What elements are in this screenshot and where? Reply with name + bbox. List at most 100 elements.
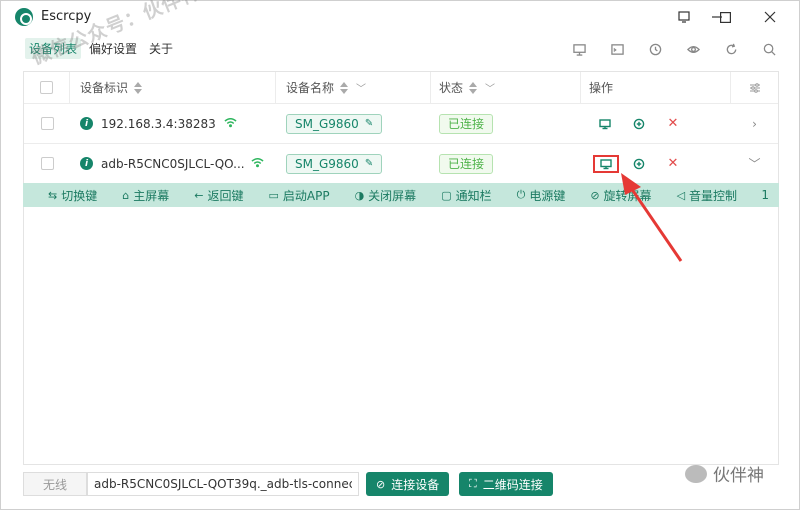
edit-icon[interactable]: ✎: [365, 118, 373, 129]
row-checkbox-cell: [24, 104, 70, 143]
control-label: 电源键: [529, 188, 566, 203]
header-device-name-label: 设备名称: [286, 81, 335, 95]
device-name: SM_G9860: [295, 156, 359, 171]
home-button[interactable]: ⌂ 主屏幕: [122, 187, 169, 204]
device-id-cell: i adb-R5CNC0SJLCL-QO...: [70, 144, 276, 183]
qr-code-icon: ⛶: [469, 477, 477, 490]
screen-off-icon: ◑: [354, 188, 365, 202]
monitor-icon: [600, 158, 612, 169]
wechat-icon: [685, 464, 707, 483]
qr-connect-button[interactable]: ⛶ 二维码连接: [459, 472, 553, 496]
column-settings[interactable]: [731, 72, 778, 103]
expand-cell[interactable]: ﹀: [731, 144, 778, 183]
rotate-screen-button[interactable]: ⊘ 旋转屏幕: [590, 187, 651, 204]
close-window-button[interactable]: [747, 1, 793, 33]
notification-button[interactable]: ▢ 通知栏: [441, 187, 491, 204]
back-button[interactable]: ← 返回键: [194, 187, 243, 204]
screen-off-button[interactable]: ◑ 关闭屏幕: [355, 187, 417, 204]
add-button[interactable]: [629, 114, 649, 134]
sort-icon[interactable]: [134, 81, 143, 94]
plus-circle-icon: [633, 118, 645, 129]
volume-icon: ◁: [676, 188, 686, 202]
terminal-icon[interactable]: [607, 39, 627, 59]
header-checkbox-cell: [24, 72, 70, 103]
control-label: 返回键: [207, 188, 244, 203]
device-id: 192.168.3.4:38283: [101, 116, 216, 131]
tab-about[interactable]: 关于: [145, 38, 177, 59]
rotate-icon: ⊘: [590, 188, 600, 202]
control-label: 关闭屏幕: [368, 188, 417, 203]
status-badge: 已连接: [439, 153, 494, 174]
maximize-button[interactable]: [703, 1, 747, 33]
actions-cell: ✕: [581, 144, 731, 183]
close-icon: [764, 11, 776, 23]
row-checkbox[interactable]: [40, 117, 54, 130]
edit-icon[interactable]: ✎: [365, 158, 373, 169]
more-controls[interactable]: 1: [761, 188, 769, 202]
disconnect-button[interactable]: ✕: [663, 154, 683, 174]
control-label: 通知栏: [455, 188, 492, 203]
table-row[interactable]: i 192.168.3.4:38283 SM_G9860 ✎ 已连接 ✕ ›: [24, 104, 778, 144]
device-name-tag[interactable]: SM_G9860 ✎: [286, 153, 383, 174]
row-checkbox[interactable]: [40, 157, 54, 170]
device-name-cell: SM_G9860 ✎: [276, 104, 431, 143]
chevron-down-icon[interactable]: ﹀: [485, 80, 495, 95]
chevron-down-icon[interactable]: ﹀: [748, 155, 760, 172]
sort-icon[interactable]: [469, 81, 478, 94]
device-name: SM_G9860: [295, 116, 359, 131]
sliders-icon: [749, 82, 760, 93]
header-actions: 操作: [581, 72, 731, 103]
connect-device-button[interactable]: ⊘ 连接设备: [366, 472, 450, 496]
control-label: 旋转屏幕: [603, 188, 652, 203]
header-device-id-label: 设备标识: [80, 81, 129, 95]
device-table: 设备标识 设备名称 ﹀ 状态 ﹀ 操作 i 192.168.3.4:38283 …: [23, 71, 779, 465]
disconnect-button[interactable]: ✕: [663, 114, 683, 134]
watermark-bottom-text: 伙伴神: [713, 466, 764, 486]
clock-icon[interactable]: [645, 39, 665, 59]
device-name-cell: SM_G9860 ✎: [276, 144, 431, 183]
expand-cell[interactable]: ›: [731, 104, 778, 143]
qr-connect-label: 二维码连接: [482, 477, 543, 492]
status-badge: 已连接: [439, 113, 494, 134]
device-name-tag[interactable]: SM_G9860 ✎: [286, 113, 383, 134]
header-device-name[interactable]: 设备名称 ﹀: [276, 72, 431, 103]
table-header: 设备标识 设备名称 ﹀ 状态 ﹀ 操作: [24, 72, 778, 104]
info-icon[interactable]: i: [80, 117, 93, 130]
app-logo-icon: [15, 8, 33, 26]
wifi-icon: [224, 117, 237, 131]
device-id-cell: i 192.168.3.4:38283: [70, 104, 276, 143]
add-button[interactable]: [629, 154, 649, 174]
header-status-label: 状态: [439, 81, 464, 95]
wireless-label: 无线: [23, 472, 87, 496]
device-address-input[interactable]: [87, 472, 359, 496]
maximize-icon: [719, 11, 731, 23]
chevron-right-icon[interactable]: ›: [752, 117, 757, 131]
header-device-id[interactable]: 设备标识: [70, 72, 276, 103]
table-row[interactable]: i adb-R5CNC0SJLCL-QO... SM_G9860 ✎ 已连接 ✕…: [24, 144, 778, 184]
pin-icon: [678, 11, 690, 23]
notification-icon: ▢: [441, 188, 452, 202]
switch-key-button[interactable]: ⇆ 切换键: [48, 187, 97, 204]
header-actions-label: 操作: [589, 81, 614, 95]
monitor-icon: [599, 118, 611, 129]
row-checkbox-cell: [24, 144, 70, 183]
volume-control-button[interactable]: ◁ 音量控制: [677, 187, 737, 204]
device-id: adb-R5CNC0SJLCL-QO...: [101, 156, 245, 171]
app-window: Escrcpy 设备列表 偏好设置 关于 设备标识 设备名称 ﹀ 状态 ﹀ 操作…: [0, 0, 800, 510]
presentation-icon[interactable]: [569, 39, 589, 59]
mirror-screen-button[interactable]: [593, 154, 619, 173]
power-button[interactable]: ⏻ 电源键: [517, 187, 566, 204]
chevron-down-icon[interactable]: ﹀: [356, 80, 366, 95]
launch-app-button[interactable]: ▭ 启动APP: [268, 187, 329, 204]
sort-icon[interactable]: [340, 81, 349, 94]
control-label: 启动APP: [282, 188, 330, 203]
plus-circle-icon: [633, 158, 645, 169]
search-icon[interactable]: [759, 39, 779, 59]
connect-device-label: 连接设备: [391, 477, 440, 492]
refresh-icon[interactable]: [721, 39, 741, 59]
info-icon[interactable]: i: [80, 157, 93, 170]
select-all-checkbox[interactable]: [40, 81, 53, 94]
mirror-screen-button[interactable]: [595, 114, 615, 134]
eye-icon[interactable]: [683, 39, 703, 59]
header-status[interactable]: 状态 ﹀: [431, 72, 581, 103]
